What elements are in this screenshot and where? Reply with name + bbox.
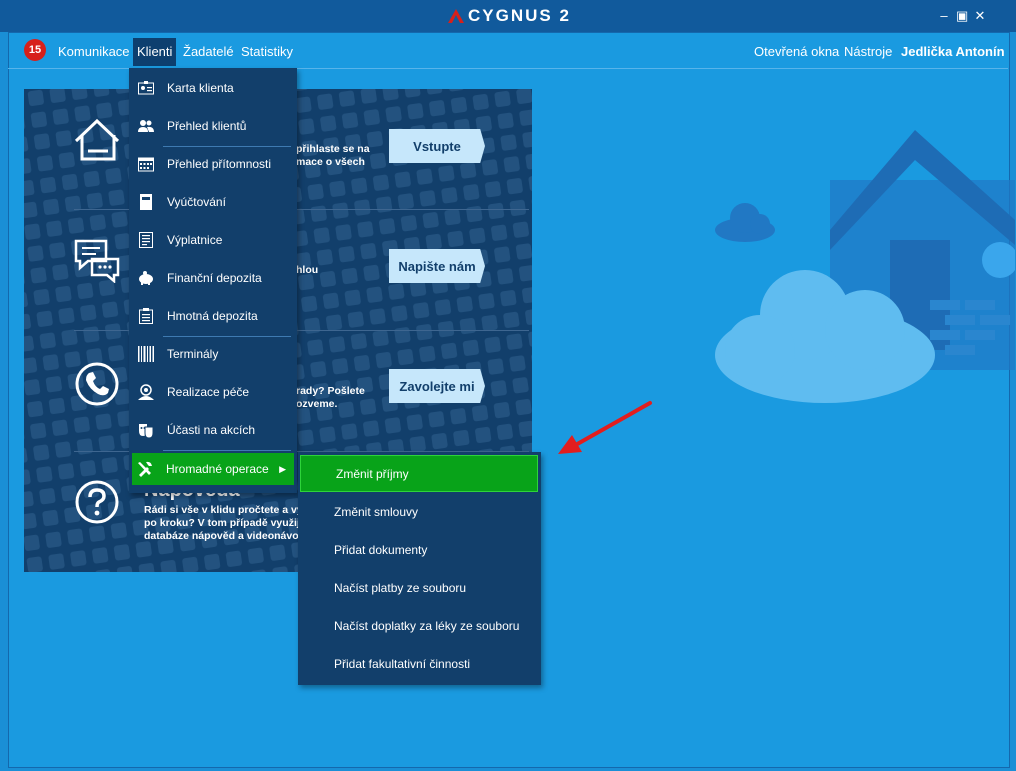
submenu-item-nacist-platby[interactable]: Načíst platby ze souboru bbox=[299, 569, 539, 606]
menu-item-label: Finanční depozita bbox=[167, 271, 262, 285]
phone-icon bbox=[75, 362, 119, 406]
barcode-icon bbox=[137, 345, 155, 363]
menu-item-vyuctovani[interactable]: Vyúčtování bbox=[133, 186, 293, 218]
menu-statistiky[interactable]: Statistiky bbox=[241, 38, 293, 66]
window-controls: – ▣ ✕ bbox=[938, 8, 986, 24]
submenu-item-zmenit-smlouvy[interactable]: Změnit smlouvy bbox=[299, 493, 539, 530]
menu-komunikace[interactable]: Komunikace bbox=[58, 38, 130, 66]
menu-item-label: Vyúčtování bbox=[167, 195, 226, 209]
menu-item-label: Výplatnice bbox=[167, 233, 223, 247]
calendar-icon bbox=[137, 155, 155, 173]
submenu-item-pridat-fakultativni[interactable]: Přidat fakultativní činnosti bbox=[299, 645, 539, 682]
menu-divider bbox=[163, 146, 291, 147]
menu-item-vyplatnice[interactable]: Výplatnice bbox=[133, 224, 293, 256]
menu-user[interactable]: Jedlička Antonín bbox=[901, 38, 1005, 66]
napiste-nam-button[interactable]: Napište nám bbox=[389, 249, 485, 283]
care-icon bbox=[137, 383, 155, 401]
menu-bar: 15 Komunikace Klienti Žadatelé Statistik… bbox=[8, 38, 1008, 69]
submenu-item-nacist-doplatky[interactable]: Načíst doplatky za léky ze souboru bbox=[299, 607, 539, 644]
tools-icon bbox=[136, 460, 154, 478]
hromadne-operace-submenu: Změnit příjmy Změnit smlouvy Přidat doku… bbox=[298, 452, 541, 685]
menu-item-label: Realizace péče bbox=[167, 385, 250, 399]
menu-divider bbox=[163, 336, 291, 337]
menu-item-label: Přehled klientů bbox=[167, 119, 247, 133]
menu-nastroje[interactable]: Nástroje bbox=[844, 38, 892, 66]
maximize-icon[interactable]: ▣ bbox=[956, 8, 968, 24]
house-cloud-illustration bbox=[715, 130, 1015, 403]
menu-item-hmotna-depozita[interactable]: Hmotná depozita bbox=[133, 300, 293, 332]
menu-item-prehled-pritomnosti[interactable]: Přehled přítomnosti bbox=[133, 148, 293, 180]
notebook-icon bbox=[137, 193, 155, 211]
clipboard-icon bbox=[137, 307, 155, 325]
menu-item-label: Účasti na akcích bbox=[167, 423, 256, 437]
cygnus-logo-icon bbox=[448, 9, 464, 23]
menu-item-terminaly[interactable]: Terminály bbox=[133, 338, 293, 370]
menu-item-label: Terminály bbox=[167, 347, 219, 361]
menu-item-karta-klienta[interactable]: Karta klienta bbox=[133, 72, 293, 104]
klienti-dropdown-menu: Karta klienta Přehled klientů Přehled př… bbox=[129, 68, 297, 493]
annotation-arrow-icon bbox=[558, 401, 652, 454]
menu-item-label: Přehled přítomnosti bbox=[167, 157, 272, 171]
menu-item-label: Hmotná depozita bbox=[167, 309, 258, 323]
theater-masks-icon bbox=[137, 421, 155, 439]
house-icon bbox=[74, 118, 120, 161]
submenu-item-zmenit-prijmy[interactable]: Změnit příjmy bbox=[300, 455, 538, 492]
piggy-bank-icon bbox=[137, 269, 155, 287]
menu-item-prehled-klientu[interactable]: Přehled klientů bbox=[133, 110, 293, 142]
app-brand: CYGNUS 2 bbox=[468, 6, 571, 25]
menu-item-label: Hromadné operace bbox=[166, 462, 269, 476]
menu-divider bbox=[163, 450, 291, 451]
menu-item-hromadne-operace[interactable]: Hromadné operace ▶ bbox=[132, 453, 294, 485]
close-icon[interactable]: ✕ bbox=[974, 8, 986, 24]
vstupte-button[interactable]: Vstupte bbox=[389, 129, 485, 163]
users-icon bbox=[137, 117, 155, 135]
title-bar: CYGNUS 2 – ▣ ✕ bbox=[0, 0, 1016, 32]
menu-item-label: Karta klienta bbox=[167, 81, 234, 95]
question-icon bbox=[75, 480, 119, 524]
submenu-item-pridat-dokumenty[interactable]: Přidat dokumenty bbox=[299, 531, 539, 568]
submenu-arrow-icon: ▶ bbox=[279, 463, 286, 474]
id-card-icon bbox=[137, 79, 155, 97]
document-icon bbox=[137, 231, 155, 249]
notification-badge[interactable]: 15 bbox=[24, 39, 46, 61]
minimize-icon[interactable]: – bbox=[938, 8, 950, 24]
chat-bubbles-icon bbox=[74, 239, 120, 283]
menu-klienti[interactable]: Klienti bbox=[133, 38, 177, 66]
menu-item-realizace-pece[interactable]: Realizace péče bbox=[133, 376, 293, 408]
menu-item-financni-depozita[interactable]: Finanční depozita bbox=[133, 262, 293, 294]
app-logo: CYGNUS 2 bbox=[448, 6, 571, 26]
menu-zadatele[interactable]: Žadatelé bbox=[183, 38, 234, 66]
zavolejte-mi-button[interactable]: Zavolejte mi bbox=[389, 369, 485, 403]
menu-item-ucasti-na-akcich[interactable]: Účasti na akcích bbox=[133, 414, 293, 446]
menu-otevrena-okna[interactable]: Otevřená okna bbox=[754, 38, 839, 66]
